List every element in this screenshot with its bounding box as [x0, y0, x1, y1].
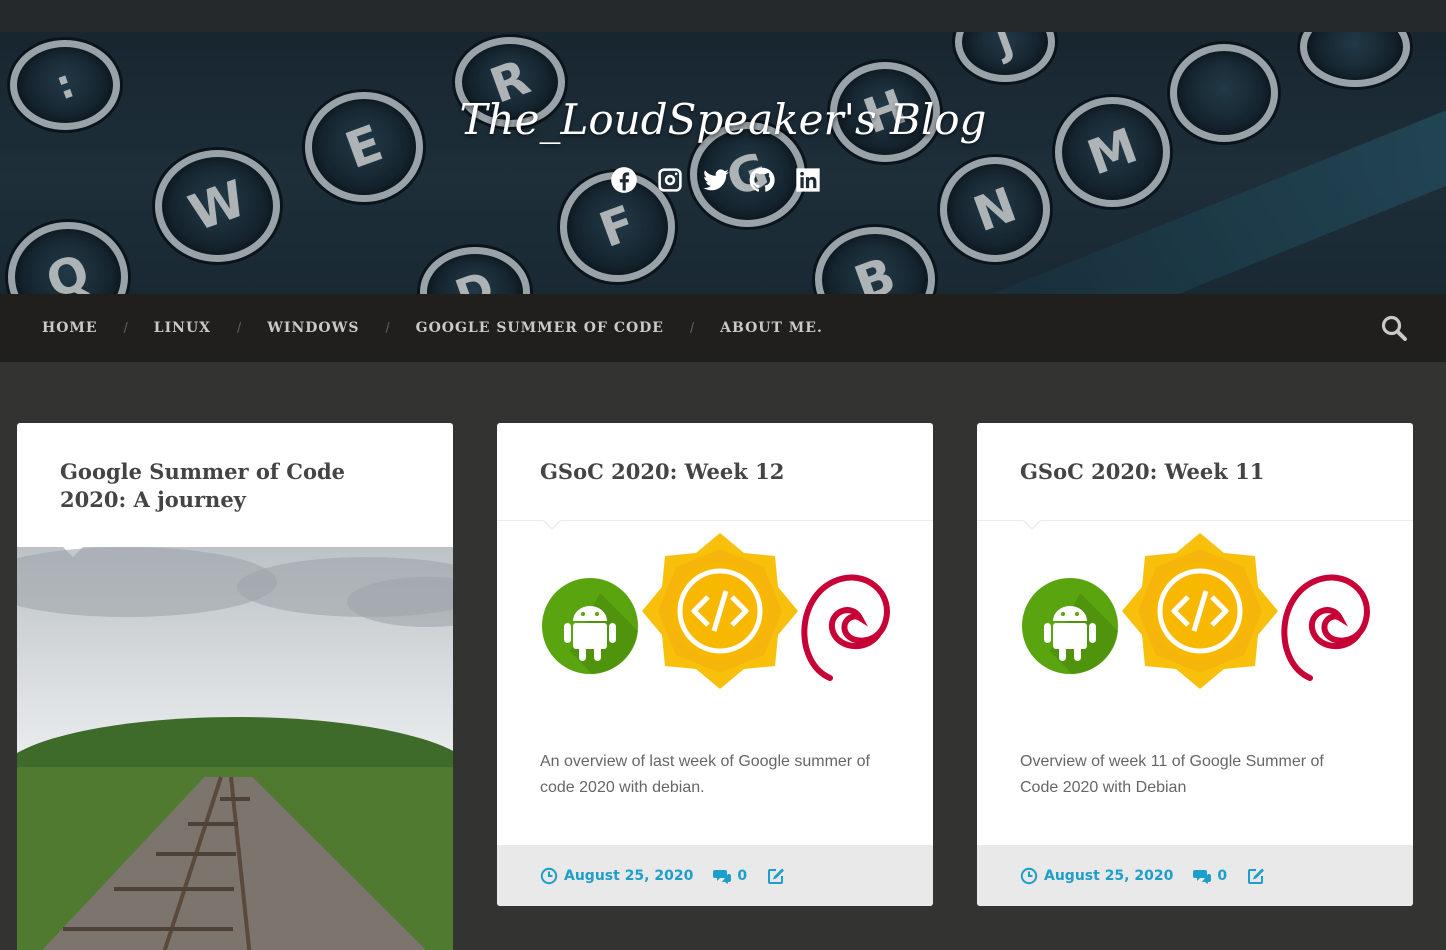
- post-comments-count[interactable]: 0: [1217, 868, 1227, 884]
- divider: [497, 520, 933, 521]
- facebook-icon[interactable]: [610, 166, 638, 194]
- post-date-text[interactable]: August 25, 2020: [564, 868, 693, 884]
- nav-separator: /: [123, 319, 128, 337]
- banner-shade: [0, 32, 1446, 294]
- nav-item-linux[interactable]: LINUX: [154, 320, 211, 336]
- android-logo: [542, 578, 638, 674]
- linkedin-icon[interactable]: [794, 166, 822, 194]
- post-title[interactable]: GSoC 2020: Week 12: [540, 458, 893, 486]
- post-comments[interactable]: 0: [1193, 867, 1227, 885]
- nav-menu: HOME / LINUX / WINDOWS / GOOGLE SUMMER OF C…: [42, 294, 823, 362]
- post-meta: August 25, 2020 0: [497, 845, 933, 906]
- post-title[interactable]: GSoC 2020: Week 11: [1020, 458, 1373, 486]
- post-comments-count[interactable]: 0: [737, 868, 747, 884]
- clock-icon: [1020, 867, 1038, 884]
- github-icon[interactable]: [748, 166, 776, 194]
- post-date[interactable]: August 25, 2020: [1020, 867, 1173, 885]
- post-date-text[interactable]: August 25, 2020: [1044, 868, 1173, 884]
- post-title[interactable]: Google Summer of Code 2020: A journey: [60, 458, 413, 514]
- top-bar: [0, 0, 1446, 32]
- comments-icon: [713, 869, 732, 884]
- header-banner: : Q W E R F D G H B N M J: [0, 32, 1446, 294]
- android-logo: [1022, 578, 1118, 674]
- post-excerpt: An overview of last week of Google summe…: [540, 753, 870, 796]
- comments-icon: [1193, 869, 1212, 884]
- clock-icon: [540, 867, 558, 884]
- social-links: [610, 166, 820, 196]
- twitter-icon[interactable]: [702, 166, 730, 194]
- post-comments[interactable]: 0: [713, 867, 747, 885]
- sleeper: [188, 822, 239, 826]
- site-title[interactable]: The_LoudSpeaker's Blog: [0, 95, 1446, 144]
- main-nav: HOME / LINUX / WINDOWS / GOOGLE SUMMER OF C…: [0, 294, 1446, 362]
- sleeper: [113, 887, 234, 891]
- divider: [977, 520, 1413, 521]
- nav-item-home[interactable]: HOME: [42, 320, 98, 336]
- nav-item-about[interactable]: ABOUT ME.: [720, 320, 823, 336]
- instagram-icon[interactable]: [656, 166, 684, 194]
- railway-track-photo[interactable]: [17, 547, 453, 950]
- post-card[interactable]: GSoC 2020: Week 12 An overview of last w…: [497, 423, 933, 906]
- card-notch: [542, 519, 562, 530]
- debian-logo: [1281, 574, 1370, 681]
- search-icon[interactable]: [1380, 314, 1408, 342]
- post-date[interactable]: August 25, 2020: [540, 867, 693, 885]
- post-meta: August 25, 2020 0: [977, 845, 1413, 906]
- card-notch: [1022, 519, 1042, 530]
- sleeper: [155, 852, 236, 856]
- sleeper: [62, 927, 233, 931]
- sleeper: [220, 797, 250, 801]
- edit-icon[interactable]: [1247, 867, 1271, 885]
- post-card[interactable]: GSoC 2020: Week 11 Overview of week 11 o…: [977, 423, 1413, 906]
- gsoc-logo: [1122, 533, 1278, 689]
- nav-separator: /: [237, 319, 242, 337]
- nav-item-windows[interactable]: WINDOWS: [267, 320, 359, 336]
- nav-separator: /: [385, 319, 390, 337]
- android-gsoc-debian-logos[interactable]: [540, 533, 890, 693]
- post-excerpt: Overview of week 11 of Google Summer of …: [1020, 753, 1324, 796]
- nav-item-gsoc[interactable]: GOOGLE SUMMER OF CODE: [416, 320, 664, 336]
- debian-logo: [801, 574, 890, 681]
- edit-icon[interactable]: [767, 867, 791, 885]
- gsoc-logo: [642, 533, 798, 689]
- post-card[interactable]: Google Summer of Code 2020: A journey: [17, 423, 453, 950]
- android-gsoc-debian-logos[interactable]: [1020, 533, 1370, 693]
- nav-separator: /: [689, 319, 695, 337]
